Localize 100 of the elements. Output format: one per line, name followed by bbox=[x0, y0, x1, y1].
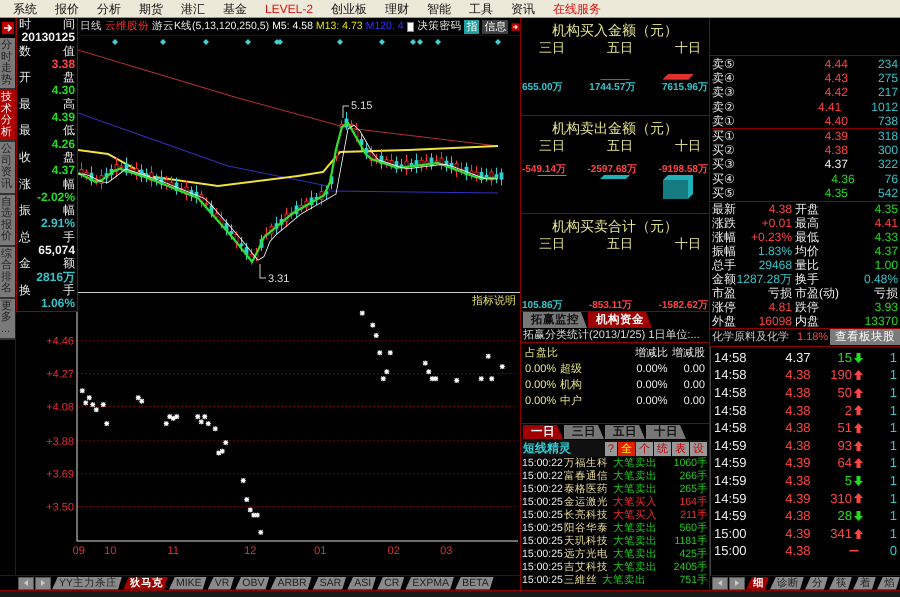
tick-price: 4.38 bbox=[784, 419, 811, 437]
tick-price: 4.38 bbox=[784, 366, 811, 384]
panel-title: 机构卖出金额（元） bbox=[551, 121, 679, 136]
order-volume: 234 bbox=[878, 57, 898, 72]
side-tab[interactable]: 分时走势 bbox=[0, 38, 15, 90]
data-point bbox=[387, 350, 394, 356]
ma-reading: M120: 4 bbox=[366, 20, 404, 32]
panel-tab[interactable]: 机构资金 bbox=[588, 312, 652, 328]
alert-time: 15:00:25 bbox=[522, 574, 563, 587]
exit-icon bbox=[0, 21, 14, 35]
view-tab[interactable]: 筷 bbox=[829, 576, 852, 590]
tick-time: 14:59 bbox=[714, 472, 747, 490]
menu-item[interactable]: 基金 bbox=[214, 0, 256, 17]
menu-item[interactable]: 理财 bbox=[376, 0, 418, 17]
side-tab[interactable]: 技术分析 bbox=[0, 90, 15, 142]
day-tab[interactable]: 五日 bbox=[605, 425, 645, 439]
field-label: 时 bbox=[19, 18, 31, 32]
table-cell: 0.00% bbox=[636, 379, 668, 392]
bar-drawing bbox=[600, 174, 630, 179]
side-tab[interactable]: 更多... bbox=[0, 298, 15, 340]
table-cell: 0.00 bbox=[684, 379, 705, 392]
stat-value: 4.37 bbox=[874, 244, 898, 258]
stat-label: 涨幅 bbox=[712, 230, 736, 244]
menu-item[interactable]: 在线服务 bbox=[544, 0, 610, 17]
menu-item[interactable]: 资讯 bbox=[502, 0, 544, 17]
alert-action: 大笔买入 bbox=[612, 496, 658, 509]
axis-label: 12 bbox=[244, 545, 256, 557]
side-tab[interactable]: 自选报价 bbox=[0, 194, 15, 247]
indicator-tab[interactable]: ARBR bbox=[270, 576, 312, 590]
stat-value: 4.41 bbox=[874, 216, 898, 230]
indicator-tab[interactable]: 狄马克 bbox=[123, 576, 168, 590]
order-price: 4.40 bbox=[824, 114, 849, 128]
indicator-tab[interactable]: CR bbox=[377, 576, 404, 590]
alert-volume: 266手 bbox=[679, 470, 708, 483]
menu-item[interactable]: 期货 bbox=[130, 0, 172, 17]
tick-volume: 64 bbox=[838, 454, 852, 472]
menu-item[interactable]: 港汇 bbox=[172, 0, 214, 17]
data-point bbox=[422, 360, 428, 366]
axis-label: 03 bbox=[440, 545, 452, 557]
day-tab[interactable]: 十日 bbox=[646, 425, 686, 439]
side-tab[interactable]: 综合排名 bbox=[0, 246, 15, 299]
indicator-tab[interactable]: VR bbox=[208, 576, 234, 590]
indicator-tab[interactable]: ASI bbox=[347, 576, 376, 590]
alert-volume: 1181手 bbox=[674, 535, 708, 548]
tick-time: 14:58 bbox=[714, 366, 747, 384]
order-label: 卖③ bbox=[712, 85, 735, 100]
stat-label: 涨跌 bbox=[712, 216, 736, 230]
side-tab[interactable]: 公司资讯 bbox=[0, 142, 15, 195]
sector-stocks-button[interactable]: 查看板块股 bbox=[830, 329, 900, 346]
checkbox[interactable] bbox=[406, 22, 414, 32]
info-button[interactable]: 信息 bbox=[482, 20, 508, 34]
view-tab[interactable]: 焰 bbox=[877, 576, 900, 590]
field-value: 2816万 bbox=[35, 270, 75, 284]
indicator-tab[interactable]: SAR bbox=[312, 576, 346, 590]
data-point bbox=[485, 353, 492, 360]
tick-volume: 28 bbox=[838, 507, 852, 525]
view-tab[interactable]: 诊断 bbox=[770, 576, 804, 590]
table-cell: 0.00% bbox=[525, 363, 556, 376]
stat-label: 最新 bbox=[712, 202, 736, 216]
menu-item[interactable]: 系统 bbox=[4, 0, 46, 17]
stat-label: 市盈(动) bbox=[795, 286, 839, 300]
tick-volume: 5 bbox=[844, 472, 852, 490]
tick-volume: 2 bbox=[844, 402, 852, 420]
menu-item[interactable]: 智能 bbox=[418, 0, 460, 17]
indicator-tab[interactable]: YY主力杀庄 bbox=[52, 576, 122, 590]
field-label: 最 bbox=[19, 98, 31, 112]
indicator-tab[interactable]: BETA bbox=[455, 576, 494, 590]
table-cell: 0.00% bbox=[525, 379, 556, 392]
next-button[interactable] bbox=[729, 576, 745, 590]
menu-item[interactable]: 工具 bbox=[460, 0, 502, 17]
indicator-tab[interactable]: MIKE bbox=[169, 576, 207, 590]
view-tab[interactable]: 着 bbox=[853, 576, 876, 590]
menu-item[interactable]: 创业板 bbox=[322, 0, 376, 17]
order-label: 买② bbox=[712, 143, 735, 158]
menu-item[interactable]: 报价 bbox=[46, 0, 88, 17]
previous-button[interactable] bbox=[712, 576, 728, 590]
menu-item[interactable]: LEVEL-2 bbox=[256, 0, 322, 17]
field-label: 收 bbox=[19, 150, 31, 164]
view-tab[interactable]: 分 bbox=[805, 576, 828, 590]
indicator-tab[interactable]: EXPMA bbox=[405, 576, 454, 590]
field-label: 换 bbox=[19, 284, 31, 298]
day-tab[interactable]: 三日 bbox=[564, 425, 604, 439]
filter-button[interactable]: 全 bbox=[618, 442, 635, 456]
stat-value: 4.81 bbox=[768, 300, 793, 314]
tick-volume: 310 bbox=[830, 490, 852, 508]
previous-button[interactable] bbox=[18, 576, 34, 590]
tick-price: 4.38 bbox=[784, 507, 811, 525]
sector-change: 1.18% bbox=[797, 331, 830, 344]
indicator-button[interactable]: 指 bbox=[464, 20, 480, 34]
menu-item[interactable]: 分析 bbox=[88, 0, 130, 17]
next-button[interactable] bbox=[35, 576, 51, 590]
panel-tab[interactable]: 拓赢监控 bbox=[523, 312, 587, 328]
data-point bbox=[258, 529, 264, 536]
indicator-tab[interactable]: OBV bbox=[235, 576, 270, 590]
signal-marker bbox=[495, 39, 501, 45]
column-header: 三日 bbox=[539, 237, 565, 252]
panel-title: 机构买卖合计（元） bbox=[551, 219, 679, 234]
table-cell-text: 中户 bbox=[560, 395, 584, 408]
day-tab[interactable]: 一日 bbox=[523, 425, 563, 439]
view-tab[interactable]: 细 bbox=[746, 576, 769, 590]
